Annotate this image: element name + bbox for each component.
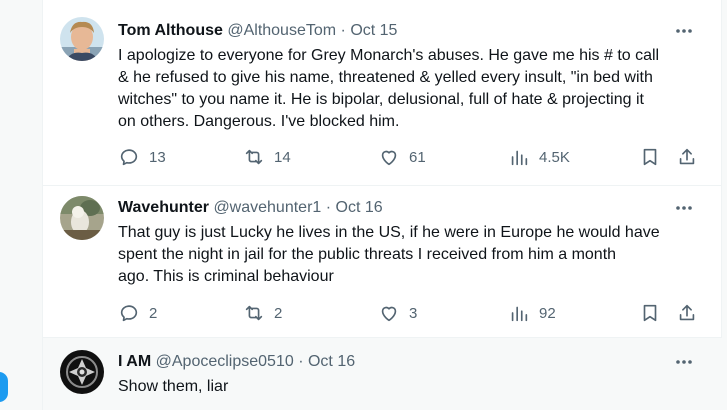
like-count: 3: [409, 304, 418, 322]
user-handle[interactable]: @wavehunter1: [213, 199, 321, 216]
compose-button-edge[interactable]: [0, 372, 8, 402]
views-chart-icon: [511, 150, 528, 166]
bookmark-icon: [643, 304, 657, 322]
avatar[interactable]: [60, 350, 104, 394]
tweet-text-line: Show them, liar: [118, 378, 229, 395]
tweet-text-line: That guy is just Lucky he lives in the U…: [118, 224, 660, 241]
display-name[interactable]: I AM: [118, 353, 151, 370]
timestamp[interactable]: Oct 16: [336, 199, 383, 216]
heart-icon: [381, 150, 397, 166]
repost-button[interactable]: 14: [243, 145, 291, 169]
left-rail: [0, 0, 42, 410]
bookmark-button[interactable]: [639, 301, 661, 325]
share-icon: [679, 304, 695, 321]
repost-icon: [245, 149, 263, 165]
more-options-button[interactable]: [673, 21, 695, 41]
tweet-text-line: I apologize to everyone for Grey Monarch…: [118, 47, 660, 64]
tweet-text-line: spent the night in jail for the public t…: [118, 246, 617, 263]
separator: ·: [298, 353, 304, 370]
action-bar: 13 14 61 4.5K: [118, 145, 703, 169]
more-options-button[interactable]: [673, 352, 695, 372]
more-dots-icon: [676, 206, 692, 210]
views-chart-icon: [511, 306, 528, 322]
more-dots-icon: [676, 29, 692, 33]
tweet[interactable]: Wavehunter @wavehunter1 · Oct 16 That gu…: [43, 186, 723, 338]
separator: ·: [325, 199, 332, 216]
tweet-text-line: on others. Dangerous. I've blocked him.: [118, 113, 400, 130]
repost-button[interactable]: 2: [243, 301, 282, 325]
separator: ·: [340, 22, 346, 39]
reply-button[interactable]: 13: [118, 145, 166, 169]
tweet[interactable]: Tom Althouse @AlthouseTom · Oct 15 I apo…: [43, 0, 723, 186]
reply-thread: Tom Althouse @AlthouseTom · Oct 15 I apo…: [42, 0, 723, 410]
tweet-text-line: ago. This is criminal behaviour: [118, 268, 334, 285]
tweet-text: I apologize to everyone for Grey Monarch…: [118, 45, 708, 133]
user-handle[interactable]: @Apoceclipse0510: [156, 353, 294, 370]
user-handle[interactable]: @AlthouseTom: [227, 22, 336, 39]
tweet[interactable]: I AM @Apoceclipse0510 · Oct 16 Show them…: [43, 338, 723, 410]
share-icon: [679, 148, 695, 165]
views-button[interactable]: 4.5K: [508, 145, 570, 169]
tweet-text: Show them, liar: [118, 376, 708, 398]
share-button[interactable]: [676, 301, 698, 325]
repost-count: 14: [274, 148, 291, 166]
right-edge: [722, 0, 727, 410]
like-button[interactable]: 61: [378, 145, 426, 169]
tweet-text-line: witches" to you name it. He is bipolar, …: [118, 91, 644, 108]
reply-icon: [120, 305, 138, 322]
tweet-text-line: & he refused to give his name, threatene…: [118, 69, 653, 86]
share-button[interactable]: [676, 145, 698, 169]
tweet-text: That guy is just Lucky he lives in the U…: [118, 222, 708, 288]
views-count: 92: [539, 304, 556, 322]
tweet-header: I AM @Apoceclipse0510 · Oct 16: [118, 352, 355, 372]
display-name[interactable]: Tom Althouse: [118, 22, 223, 39]
bookmark-button[interactable]: [639, 145, 661, 169]
more-options-button[interactable]: [673, 198, 695, 218]
avatar[interactable]: [60, 17, 104, 61]
tweet-header: Tom Althouse @AlthouseTom · Oct 15: [118, 21, 397, 41]
views-count: 4.5K: [539, 148, 570, 166]
display-name[interactable]: Wavehunter: [118, 199, 209, 216]
views-button[interactable]: 92: [508, 301, 556, 325]
reply-count: 2: [149, 304, 158, 322]
repost-count: 2: [274, 304, 283, 322]
like-button[interactable]: 3: [378, 301, 417, 325]
like-count: 61: [409, 148, 426, 166]
reply-button[interactable]: 2: [118, 301, 157, 325]
reply-count: 13: [149, 148, 166, 166]
timestamp[interactable]: Oct 16: [308, 353, 355, 370]
heart-icon: [381, 306, 397, 322]
tweet-header: Wavehunter @wavehunter1 · Oct 16: [118, 198, 383, 218]
more-dots-icon: [676, 360, 692, 364]
reply-icon: [120, 149, 138, 166]
avatar[interactable]: [60, 196, 104, 240]
timestamp[interactable]: Oct 15: [350, 22, 397, 39]
action-bar: 2 2 3 92: [118, 301, 703, 325]
repost-icon: [245, 305, 263, 321]
bookmark-icon: [643, 148, 657, 166]
